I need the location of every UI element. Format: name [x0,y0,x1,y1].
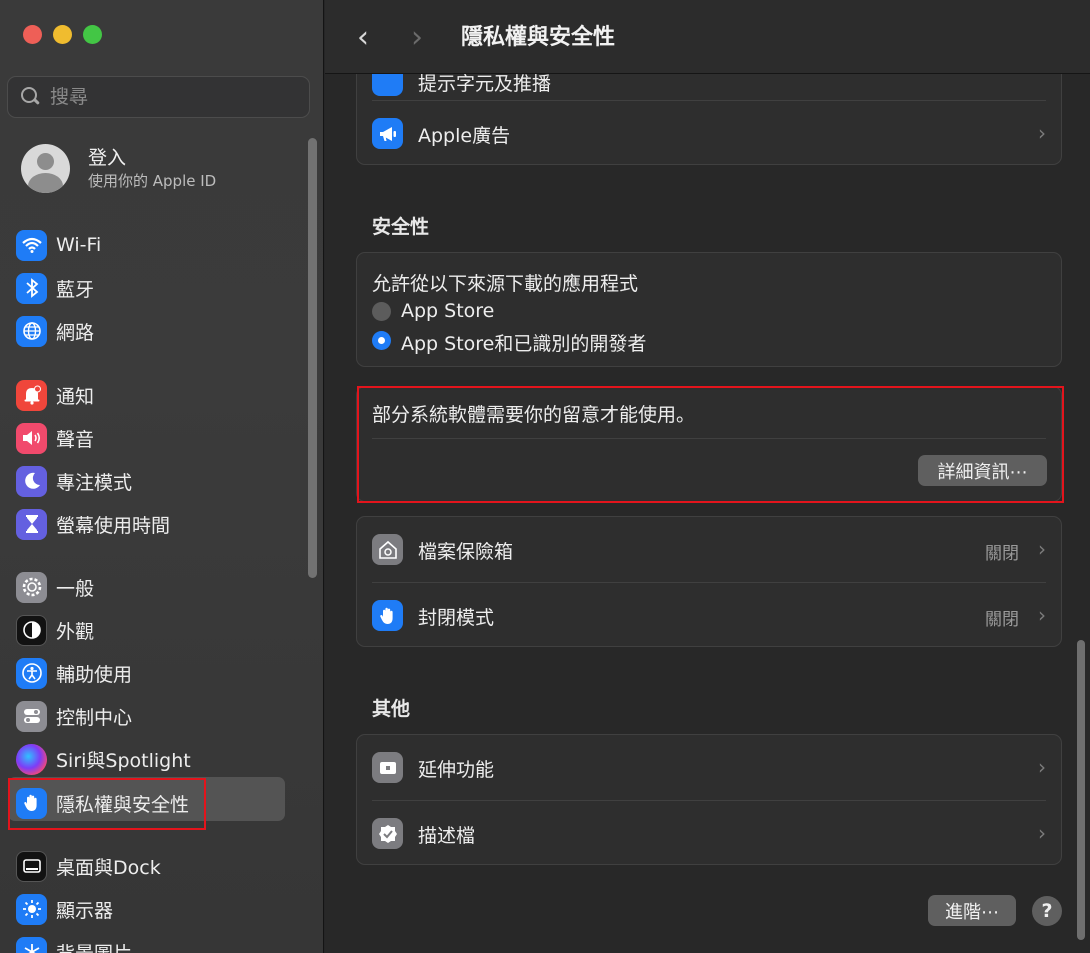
speaker-icon [16,422,47,454]
sidebar-item-label: 桌面與Dock [56,856,161,879]
row-value: 關閉 [985,544,1019,564]
radio-button[interactable] [372,302,391,321]
row-lockdown-mode[interactable]: 封閉模式 關閉 › [357,583,1061,648]
sidebar-item-label: 螢幕使用時間 [56,514,171,537]
radio-option-app-store[interactable]: App Store [357,299,1061,325]
sidebar-item-label: Wi-Fi [56,234,102,256]
sidebar-item-label: 一般 [56,577,95,600]
sidebar-item-network[interactable]: 網路 [16,314,94,348]
megaphone-icon [372,118,403,149]
badge-check-icon [372,818,403,849]
sidebar-item-label: 藍牙 [56,278,95,301]
highlight-box-sidebar [8,778,206,830]
sidebar-item-accessibility[interactable]: 輔助使用 [16,656,132,690]
gear-icon [16,571,47,603]
row-label: 描述檔 [418,825,476,847]
sidebar-item-label: 通知 [56,385,95,408]
chevron-right-icon: › [1038,537,1046,561]
sidebar-item-label: 聲音 [56,428,95,451]
extension-icon [372,752,403,783]
radio-label: App Store [401,300,495,322]
sidebar-item-general[interactable]: 一般 [16,570,94,604]
protection-card: 檔案保險箱 關閉 › 封閉模式 關閉 › [356,516,1062,647]
row-value: 關閉 [985,610,1019,630]
sidebar-item-notifications[interactable]: 通知 [16,378,94,412]
bluetooth-icon [16,272,47,304]
sun-icon [16,893,47,925]
row-label: 封閉模式 [418,607,495,629]
sidebar-item-desktop-dock[interactable]: 桌面與Dock [16,849,161,883]
row-label: 檔案保險箱 [418,541,514,563]
sidebar-item-displays[interactable]: 顯示器 [16,892,113,926]
snowflake-icon [16,936,47,953]
main-pane: ‹ › 隱私權與安全性 提示字元及推播 Apple廣告 › 安全性 允許從以下來… [325,0,1090,953]
hand-icon [372,600,403,631]
highlight-box-notice [357,386,1064,503]
sidebar-item-label: 控制中心 [56,706,133,729]
sidebar-item-label: 輔助使用 [56,663,133,686]
sidebar-item-wallpaper[interactable]: 背景圖片 [16,935,132,953]
sidebar-item-screen-time[interactable]: 螢幕使用時間 [16,507,170,541]
wifi-icon [16,229,47,261]
section-title-others: 其他 [372,698,411,720]
sidebar-item-siri-spotlight[interactable]: Siri與Spotlight [16,742,191,776]
radio-option-app-store-identified[interactable]: App Store和已識別的開發者 [357,328,1061,355]
toolbar: ‹ › 隱私權與安全性 [325,0,1090,74]
section-title-security: 安全性 [372,216,430,238]
appearance-icon [16,614,47,646]
downloads-card: 允許從以下來源下載的應用程式 App Store App Store和已識別的開… [356,252,1062,367]
row-profiles[interactable]: 描述檔 › [357,801,1061,866]
hourglass-icon [16,508,47,540]
row-extensions[interactable]: 延伸功能 › [357,735,1061,800]
sidebar-item-focus[interactable]: 專注模式 [16,464,132,498]
siri-icon [16,743,47,775]
help-button[interactable]: ? [1032,896,1062,926]
accessibility-icon [16,657,47,689]
chevron-right-icon: › [1038,821,1046,845]
downloads-title: 允許從以下來源下載的應用程式 [372,273,639,295]
chevron-right-icon: › [1038,755,1046,779]
back-button[interactable]: ‹ [357,20,369,55]
sidebar-item-wifi[interactable]: Wi-Fi [16,228,101,262]
sidebar-item-label: 背景圖片 [56,939,132,953]
chevron-right-icon: › [1038,121,1046,145]
sidebar-item-label: 外觀 [56,620,95,643]
row-apple-ads[interactable]: Apple廣告 › [357,101,1061,166]
sidebar-item-label: Siri與Spotlight [56,749,191,772]
dock-icon [16,850,47,882]
sidebar-item-appearance[interactable]: 外觀 [16,613,94,647]
sidebar-item-control-center[interactable]: 控制中心 [16,699,132,733]
others-card: 延伸功能 › 描述檔 › [356,734,1062,865]
page-title: 隱私權與安全性 [461,25,616,50]
globe-icon [16,315,47,347]
main-scrollbar[interactable] [1077,640,1085,940]
radio-button-selected[interactable] [372,331,391,350]
moon-icon [16,465,47,497]
sidebar-item-sound[interactable]: 聲音 [16,421,94,455]
forward-button[interactable]: › [411,20,423,55]
house-lock-icon [372,534,403,565]
advanced-button[interactable]: 進階⋯ [928,895,1016,926]
sidebar-item-label: 顯示器 [56,899,114,922]
sidebar-item-label: 網路 [56,321,95,344]
row-filevault[interactable]: 檔案保險箱 關閉 › [357,517,1061,582]
chevron-right-icon: › [1038,603,1046,627]
row-label: Apple廣告 [418,125,511,147]
toggles-icon [16,700,47,732]
bell-icon [16,379,47,411]
radio-label: App Store和已識別的開發者 [401,333,647,355]
row-label: 延伸功能 [418,759,495,781]
sidebar-item-bluetooth[interactable]: 藍牙 [16,271,94,305]
sidebar-item-label: 專注模式 [56,471,133,494]
